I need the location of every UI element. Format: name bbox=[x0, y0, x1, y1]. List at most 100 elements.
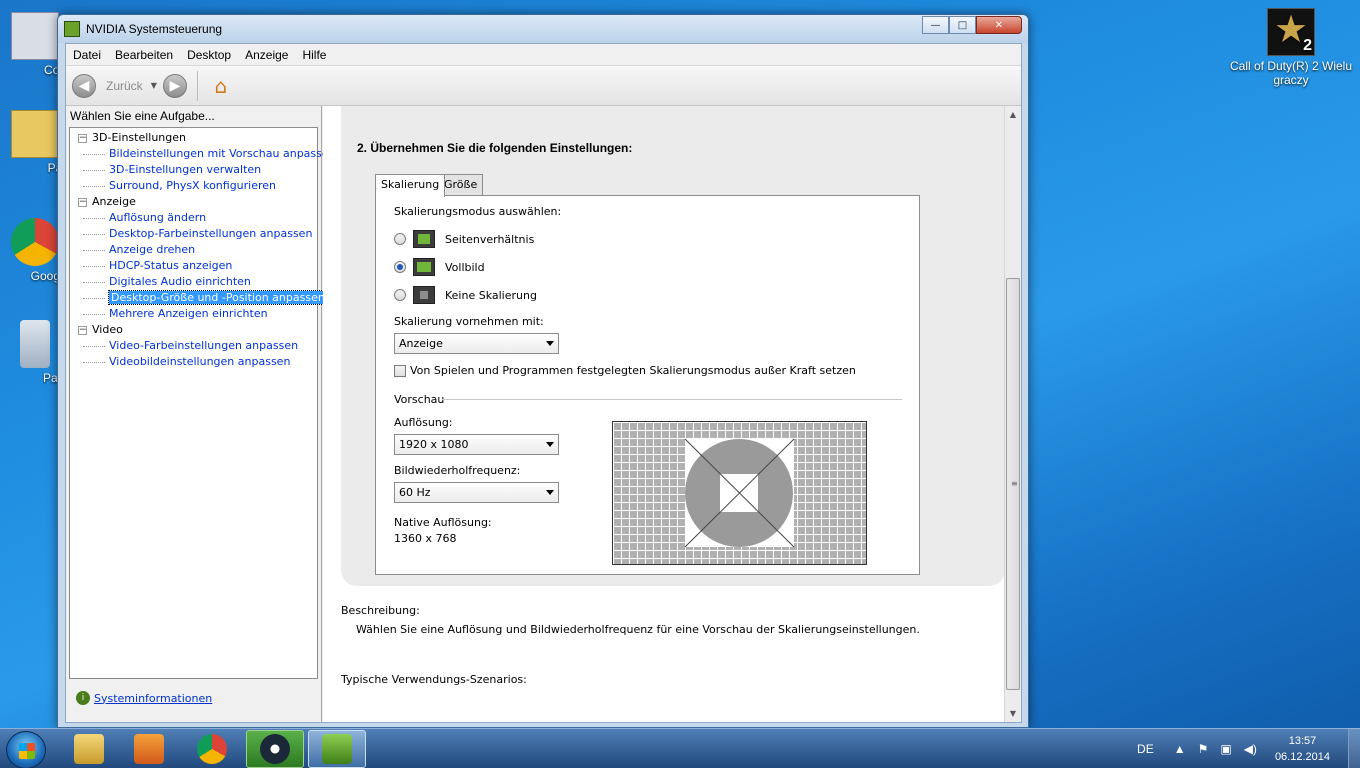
tree-group-video[interactable]: − Video bbox=[70, 322, 317, 338]
description-text: Wählen Sie eine Auflösung und Bildwieder… bbox=[356, 623, 920, 636]
dropdown-arrow-icon bbox=[546, 490, 554, 495]
preview-divider bbox=[442, 399, 902, 400]
radio-fullscreen[interactable] bbox=[394, 261, 406, 273]
home-icon[interactable]: ⌂ bbox=[208, 74, 234, 98]
chrome-icon bbox=[11, 218, 59, 266]
scaling-preview bbox=[612, 421, 867, 565]
back-label[interactable]: Zurück bbox=[106, 79, 143, 93]
native-resolution-label: Native Auflösung: bbox=[394, 516, 492, 529]
network-icon[interactable]: ▣ bbox=[1220, 742, 1231, 756]
scroll-down-icon[interactable]: ▼ bbox=[1005, 705, 1021, 722]
aspect-ratio-icon bbox=[413, 230, 435, 248]
taskbar-media-player[interactable] bbox=[120, 730, 178, 768]
forward-arrow-icon[interactable]: ▶ bbox=[162, 73, 187, 98]
radio-no-scaling[interactable] bbox=[394, 289, 406, 301]
tree-item-selected[interactable]: Desktop-Größe und -Position anpassen bbox=[70, 290, 328, 306]
tab-skalierung[interactable]: Skalierung bbox=[375, 174, 446, 197]
preview-test-pattern bbox=[684, 438, 795, 548]
refresh-rate-select[interactable]: 60 Hz bbox=[394, 482, 559, 503]
scroll-thumb[interactable]: ≡ bbox=[1006, 278, 1020, 690]
scroll-up-icon[interactable]: ▲ bbox=[1005, 106, 1021, 123]
override-row[interactable]: Von Spielen und Programmen festgelegten … bbox=[394, 364, 856, 377]
action-center-flag-icon[interactable]: ⚑ bbox=[1198, 742, 1209, 756]
tree-item[interactable]: Videobildeinstellungen anpassen bbox=[70, 354, 317, 370]
dropdown-arrow-icon bbox=[546, 442, 554, 447]
settings-panel: 2. Übernehmen Sie die folgenden Einstell… bbox=[341, 106, 1005, 586]
tree-item[interactable]: HDCP-Status anzeigen bbox=[70, 258, 317, 274]
taskbar-explorer[interactable] bbox=[60, 730, 118, 768]
folder-icon bbox=[11, 110, 59, 158]
menu-datei[interactable]: Datei bbox=[66, 48, 108, 62]
mode-option-fullscreen[interactable]: Vollbild bbox=[394, 258, 485, 276]
tree-item[interactable]: Surround, PhysX konfigurieren bbox=[70, 178, 317, 194]
minimize-button[interactable]: — bbox=[922, 16, 949, 34]
desktop-icon-call-of-duty[interactable]: 2 Call of Duty(R) 2 Wielu graczy bbox=[1229, 7, 1353, 87]
tree-item[interactable]: Bildeinstellungen mit Vorschau anpassen bbox=[70, 146, 336, 162]
tree-item[interactable]: Mehrere Anzeigen einrichten bbox=[70, 306, 317, 322]
mode-label: Vollbild bbox=[445, 260, 485, 274]
scaling-mode-label: Skalierungsmodus auswählen: bbox=[394, 205, 562, 218]
mode-label: Seitenverhältnis bbox=[445, 232, 535, 246]
perform-scaling-label: Skalierung vornehmen mit: bbox=[394, 315, 544, 328]
recycle-bin-icon bbox=[20, 320, 50, 368]
collapse-icon[interactable]: − bbox=[78, 326, 87, 335]
preview-label: Vorschau bbox=[394, 393, 445, 406]
radio-aspect[interactable] bbox=[394, 233, 406, 245]
nvidia-app-icon bbox=[64, 21, 80, 37]
override-checkbox[interactable] bbox=[394, 364, 406, 377]
dropdown-arrow-icon bbox=[546, 341, 554, 346]
tree-item[interactable]: 3D-Einstellungen verwalten bbox=[70, 162, 317, 178]
mode-option-aspect[interactable]: Seitenverhältnis bbox=[394, 230, 534, 248]
tree-group-3d[interactable]: −3D-Einstellungen bbox=[70, 130, 317, 146]
menu-anzeige[interactable]: Anzeige bbox=[238, 48, 295, 62]
no-scaling-icon bbox=[413, 286, 435, 304]
title-bar[interactable]: NVIDIA Systemsteuerung — □ ✕ bbox=[58, 15, 1028, 43]
tree-item[interactable]: Auflösung ändern bbox=[70, 210, 317, 226]
task-pane-heading: Wählen Sie eine Aufgabe... bbox=[70, 109, 215, 123]
steam-icon bbox=[260, 734, 290, 764]
native-resolution-value: 1360 x 768 bbox=[394, 532, 457, 545]
content-pane: 2. Übernehmen Sie die folgenden Einstell… bbox=[323, 106, 1021, 722]
maximize-button[interactable]: □ bbox=[949, 16, 976, 34]
folder-icon bbox=[74, 734, 104, 764]
taskbar-steam[interactable] bbox=[246, 730, 304, 768]
resolution-label: Auflösung: bbox=[394, 416, 453, 429]
back-arrow-icon[interactable]: ◀ bbox=[72, 73, 96, 98]
call-of-duty-icon: 2 bbox=[1267, 7, 1315, 56]
vertical-scrollbar[interactable]: ▲ ≡ ▼ bbox=[1004, 106, 1021, 722]
clock-time: 13:57 bbox=[1288, 735, 1317, 747]
nvidia-icon bbox=[322, 734, 352, 764]
perform-scaling-select[interactable]: Anzeige bbox=[394, 333, 559, 354]
desktop-icon-label: Call of Duty(R) 2 Wielu graczy bbox=[1229, 59, 1353, 87]
clock-date: 06.12.2014 bbox=[1274, 751, 1330, 763]
system-info-link[interactable]: Systeminformationen bbox=[94, 692, 212, 705]
collapse-icon[interactable]: − bbox=[78, 198, 87, 207]
show-desktop-button[interactable] bbox=[1348, 729, 1360, 768]
history-dropdown-icon[interactable]: ▼ bbox=[151, 81, 157, 90]
taskbar-nvidia[interactable] bbox=[308, 730, 366, 768]
show-hidden-icons-icon[interactable]: ▲ bbox=[1174, 742, 1186, 756]
tree-item[interactable]: Anzeige drehen bbox=[70, 242, 317, 258]
menu-bearbeiten[interactable]: Bearbeiten bbox=[108, 48, 180, 62]
start-button[interactable] bbox=[6, 731, 46, 768]
info-icon: i bbox=[76, 691, 90, 705]
fullscreen-icon bbox=[413, 258, 435, 276]
language-indicator[interactable]: DE bbox=[1137, 742, 1154, 756]
step-title: 2. Übernehmen Sie die folgenden Einstell… bbox=[357, 141, 633, 155]
grip-icon: ≡ bbox=[1011, 479, 1018, 488]
taskbar: DE ▲ ⚑ ▣ ◀) 13:57 06.12.2014 bbox=[0, 728, 1360, 768]
mode-option-none[interactable]: Keine Skalierung bbox=[394, 286, 537, 304]
cod-badge: 2 bbox=[1303, 37, 1312, 54]
tree-item[interactable]: Video-Farbeinstellungen anpassen bbox=[70, 338, 317, 354]
tree-item[interactable]: Digitales Audio einrichten bbox=[70, 274, 317, 290]
taskbar-chrome[interactable] bbox=[183, 730, 241, 768]
close-button[interactable]: ✕ bbox=[976, 16, 1022, 34]
clock[interactable]: 13:57 06.12.2014 bbox=[1275, 733, 1330, 765]
menu-hilfe[interactable]: Hilfe bbox=[295, 48, 333, 62]
volume-icon[interactable]: ◀) bbox=[1244, 742, 1257, 756]
menu-desktop[interactable]: Desktop bbox=[180, 48, 238, 62]
tree-item[interactable]: Desktop-Farbeinstellungen anpassen bbox=[70, 226, 317, 242]
collapse-icon[interactable]: − bbox=[78, 134, 87, 143]
resolution-select[interactable]: 1920 x 1080 bbox=[394, 434, 559, 455]
tree-group-anzeige[interactable]: − Anzeige bbox=[70, 194, 317, 210]
